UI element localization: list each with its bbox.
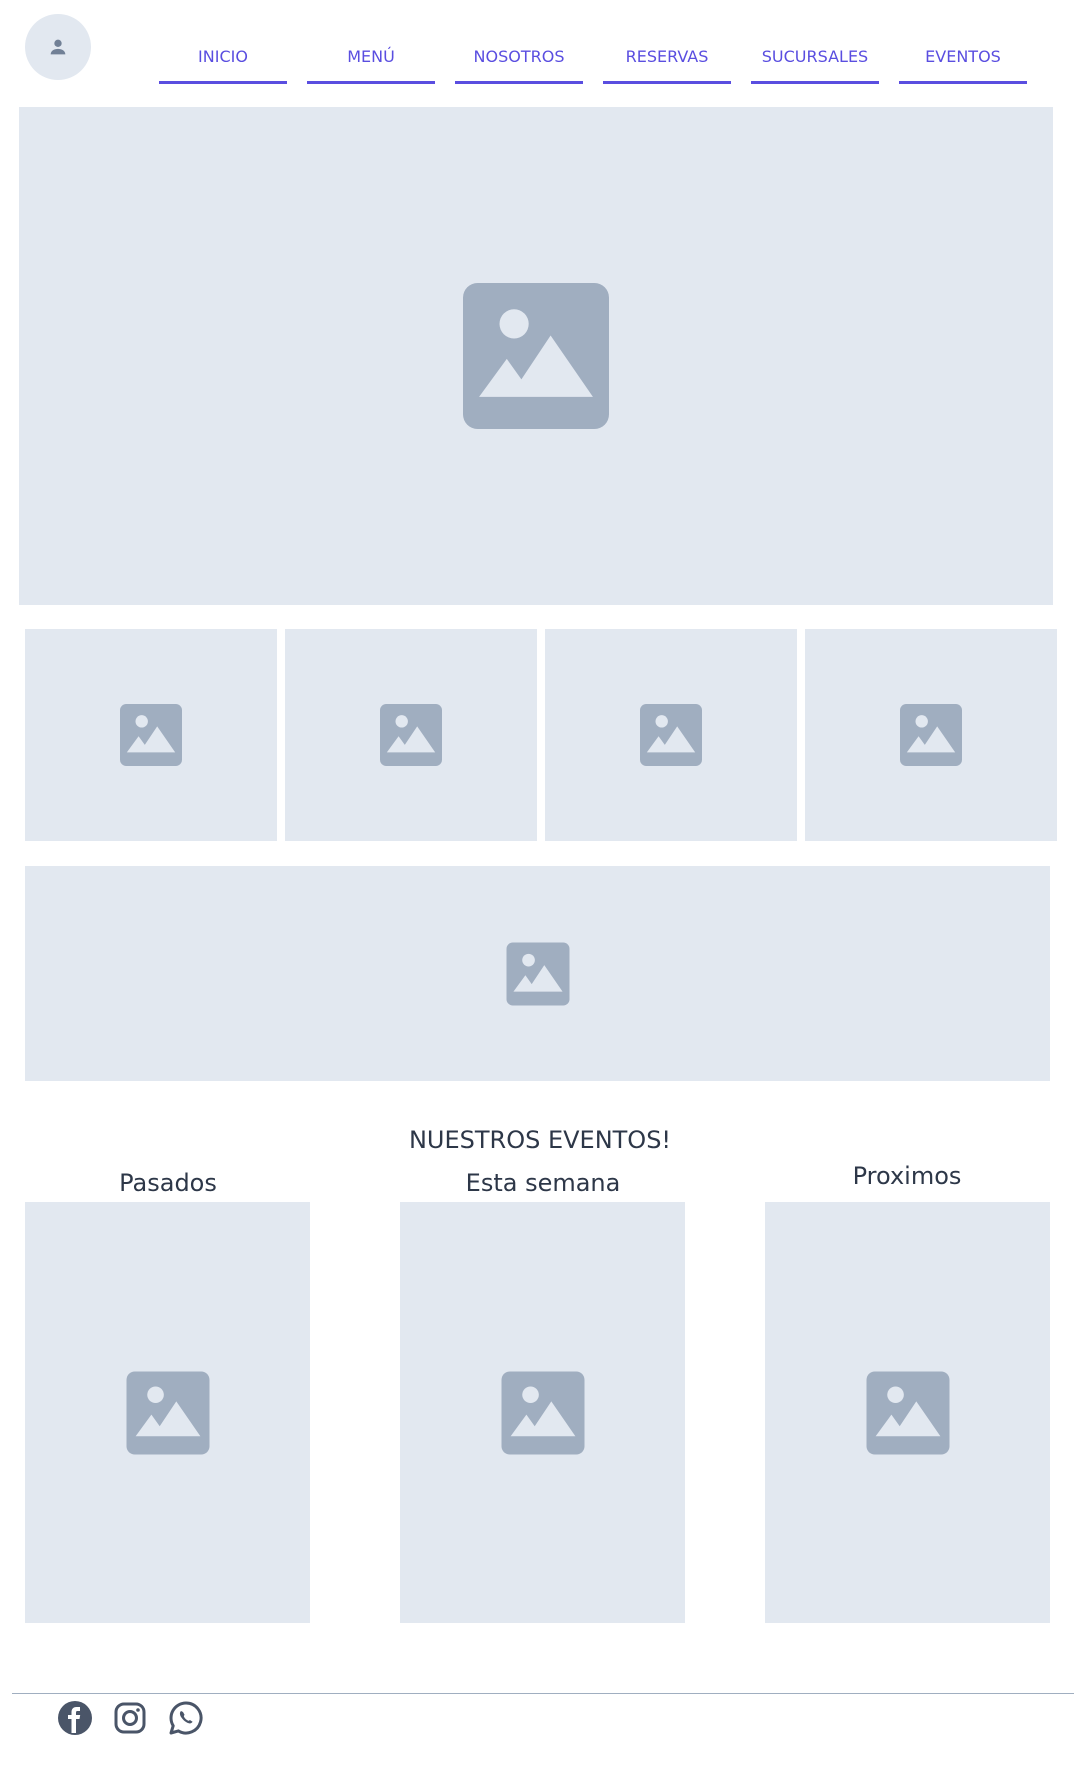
event-card-past[interactable] [25,1202,310,1623]
events-upcoming-label: Proximos [852,1162,962,1190]
instagram-icon[interactable] [112,1700,148,1736]
image-placeholder-icon [126,1371,209,1454]
banner-image [25,866,1050,1081]
image-placeholder-icon [640,704,702,766]
image-placeholder-icon [120,704,182,766]
gallery-thumbnail[interactable] [285,629,537,841]
nav-item-inicio[interactable]: INICIO [159,40,287,84]
events-section-title: NUESTROS EVENTOS! [408,1126,672,1154]
nav-item-nosotros[interactable]: NOSOTROS [455,40,583,84]
events-past-label: Pasados [119,1169,217,1197]
facebook-icon[interactable] [57,1700,93,1736]
image-placeholder-icon [463,283,609,429]
nav-item-reservas[interactable]: RESERVAS [603,40,731,84]
gallery-thumbnail[interactable] [805,629,1057,841]
event-card-this-week[interactable] [400,1202,685,1623]
user-icon [50,39,66,55]
event-card-upcoming[interactable] [765,1202,1050,1623]
events-this-week-label: Esta semana [465,1169,621,1197]
image-placeholder-icon [380,704,442,766]
image-placeholder-icon [501,1371,584,1454]
nav-item-eventos[interactable]: EVENTOS [899,40,1027,84]
gallery-thumbnail[interactable] [545,629,797,841]
image-placeholder-icon [900,704,962,766]
gallery-thumbnail[interactable] [25,629,277,841]
image-placeholder-icon [866,1371,949,1454]
avatar[interactable] [25,14,91,80]
hero-image [19,107,1053,605]
whatsapp-icon[interactable] [168,1700,204,1736]
nav-item-sucursales[interactable]: SUCURSALES [751,40,879,84]
footer-divider [12,1693,1074,1694]
nav-item-menu[interactable]: MENÚ [307,40,435,84]
image-placeholder-icon [506,942,569,1005]
